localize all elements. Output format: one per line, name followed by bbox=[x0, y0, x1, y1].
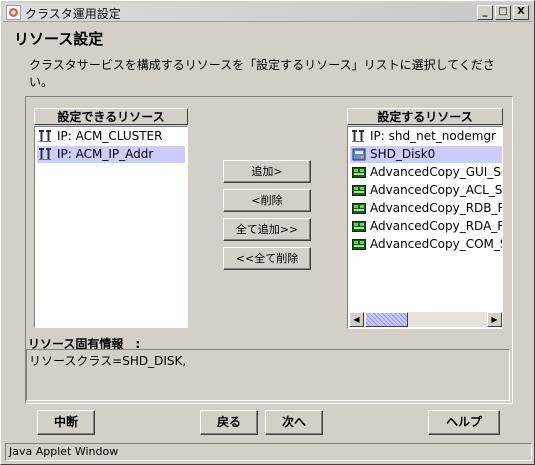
disk-resource-icon bbox=[352, 148, 366, 161]
advanced-copy-icon bbox=[352, 185, 366, 196]
app-icon bbox=[6, 5, 21, 20]
add-all-button[interactable]: 全て追加>> bbox=[223, 218, 311, 241]
list-item-label: IP: ACM_CLUSTER bbox=[57, 129, 163, 143]
remove-button[interactable]: <削除 bbox=[223, 189, 311, 212]
window-title: クラスタ運用設定 bbox=[25, 7, 121, 21]
page-title: リソース設定 bbox=[14, 30, 104, 48]
advanced-copy-icon bbox=[352, 167, 366, 178]
available-list-header: 設定できるリソース bbox=[34, 108, 188, 125]
resource-info-box: リソースクラス=SHD_DISK, bbox=[26, 349, 510, 401]
advanced-copy-icon bbox=[352, 239, 366, 250]
resource-info-text: リソースクラス=SHD_DISK, bbox=[29, 354, 187, 368]
abort-button[interactable]: 中断 bbox=[37, 410, 95, 435]
list-item[interactable]: AdvancedCopy_RDA_Rl bbox=[350, 218, 502, 235]
list-item-label: SHD_Disk0 bbox=[370, 147, 436, 161]
scroll-right-icon[interactable]: ▶ bbox=[487, 312, 502, 327]
list-item-label: IP: shd_net_nodemgr bbox=[370, 129, 496, 143]
list-item[interactable]: AdvancedCopy_COM_Se bbox=[350, 236, 502, 253]
list-item-label: AdvancedCopy_RDB_Rl bbox=[370, 201, 503, 215]
next-button[interactable]: 次へ bbox=[265, 410, 323, 435]
selected-list-header: 設定するリソース bbox=[347, 108, 503, 125]
status-text: Java Applet Window bbox=[9, 445, 119, 458]
list-item[interactable]: IP: ACM_IP_Addr bbox=[37, 146, 185, 163]
minimize-button[interactable]: _ bbox=[477, 5, 493, 20]
ip-resource-icon bbox=[39, 148, 51, 160]
maximize-button[interactable]: □ bbox=[495, 5, 511, 20]
horizontal-scrollbar[interactable]: ◀ ▶ bbox=[349, 312, 502, 327]
add-button[interactable]: 追加> bbox=[223, 160, 311, 183]
list-item-label: AdvancedCopy_GUI_Ser bbox=[370, 165, 503, 179]
list-item-label: IP: ACM_IP_Addr bbox=[57, 147, 154, 161]
scroll-thumb[interactable] bbox=[365, 312, 408, 327]
list-item-label: AdvancedCopy_ACL_Se bbox=[370, 183, 503, 197]
list-item[interactable]: AdvancedCopy_GUI_Ser bbox=[350, 164, 502, 181]
list-item[interactable]: IP: ACM_CLUSTER bbox=[37, 128, 185, 145]
back-button[interactable]: 戻る bbox=[200, 410, 258, 435]
list-item-label: AdvancedCopy_RDA_Rl bbox=[370, 219, 503, 233]
list-item[interactable]: AdvancedCopy_RDB_Rl bbox=[350, 200, 502, 217]
status-bar: Java Applet Window bbox=[5, 443, 532, 461]
list-item[interactable]: IP: shd_net_nodemgr bbox=[350, 128, 502, 145]
dialog-window: クラスタ運用設定 _ □ X リソース設定 クラスタサービスを構成するリソースを… bbox=[0, 0, 535, 465]
list-item-label: AdvancedCopy_COM_Se bbox=[370, 237, 503, 251]
available-resources-list[interactable]: IP: ACM_CLUSTER IP: ACM_IP_Addr bbox=[34, 126, 188, 328]
help-button[interactable]: ヘルプ bbox=[428, 410, 500, 435]
page-description: クラスタサービスを構成するリソースを「設定するリソース」リストに選択してください… bbox=[29, 58, 495, 89]
remove-all-button[interactable]: <<全て削除 bbox=[223, 247, 311, 270]
advanced-copy-icon bbox=[352, 221, 366, 232]
ip-resource-icon bbox=[352, 130, 364, 142]
list-item[interactable]: AdvancedCopy_ACL_Se bbox=[350, 182, 502, 199]
ip-resource-icon bbox=[39, 130, 51, 142]
list-item[interactable]: SHD_Disk0 bbox=[350, 146, 502, 163]
advanced-copy-icon bbox=[352, 203, 366, 214]
selected-resources-list[interactable]: IP: shd_net_nodemgr SHD_Disk0 AdvancedCo… bbox=[347, 126, 503, 329]
title-bar[interactable]: クラスタ運用設定 _ □ X bbox=[3, 3, 532, 22]
scroll-left-icon[interactable]: ◀ bbox=[349, 312, 364, 327]
close-button[interactable]: X bbox=[513, 5, 529, 20]
